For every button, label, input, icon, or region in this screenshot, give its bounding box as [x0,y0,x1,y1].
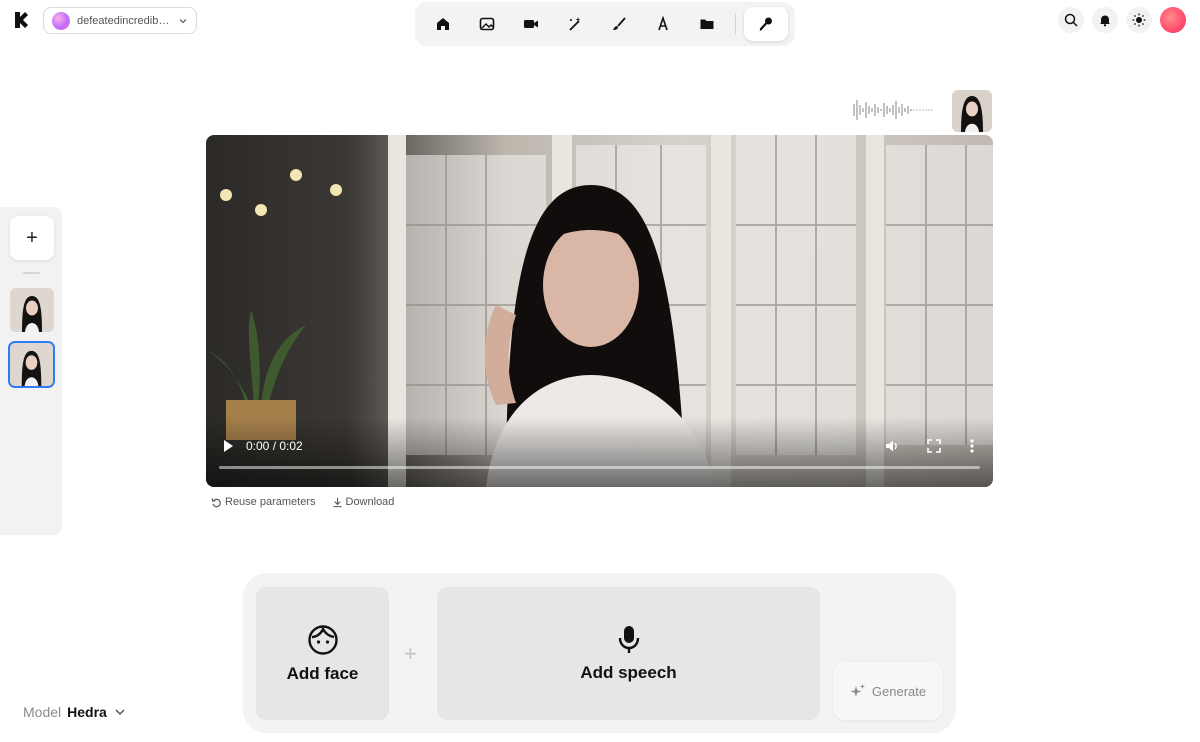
history-thumbnail-selected[interactable] [8,341,55,388]
download-link[interactable]: Download [332,496,395,508]
microphone-icon [759,17,772,31]
reuse-parameters-label: Reuse parameters [225,496,316,508]
model-label: Model [23,704,62,720]
add-face-label: Add face [286,663,359,683]
workspace-avatar [52,11,70,30]
sparkles-icon [850,684,865,697]
sun-icon [1132,13,1146,27]
microphone-icon [618,625,639,653]
add-speech-button[interactable]: Add speech [437,587,820,720]
tool-magic[interactable] [553,7,597,41]
image-icon [479,17,495,31]
tool-speech[interactable] [744,7,788,41]
model-value: Hedra [67,704,107,720]
video-player[interactable]: 0:00 / 0:02 [206,135,993,487]
tool-brush[interactable] [597,7,641,41]
download-icon [332,497,342,507]
magic-wand-icon [569,17,581,31]
audio-waveform-icon [853,100,933,120]
download-label: Download [345,496,395,508]
video-camera-icon [524,20,538,28]
header-actions [1058,7,1186,33]
fullscreen-icon[interactable] [926,438,942,454]
tool-home[interactable] [421,7,465,41]
brush-icon [613,17,626,30]
face-icon [307,624,338,655]
app-logo[interactable] [12,10,30,30]
folder-icon [700,19,714,29]
sidebar-divider [23,272,40,274]
video-actions: Reuse parameters Download [211,496,394,508]
search-button[interactable] [1058,7,1084,33]
workspace-selector[interactable]: defeatedincredib… [43,7,197,34]
notifications-button[interactable] [1092,7,1118,33]
main-toolbar [415,2,795,46]
reuse-parameters-link[interactable]: Reuse parameters [211,496,316,508]
tool-folder[interactable] [685,7,729,41]
model-selector[interactable]: Model Hedra [23,704,127,720]
add-face-button[interactable]: Add face [256,587,389,720]
video-progress-track[interactable] [219,466,980,469]
theme-toggle-button[interactable] [1126,7,1152,33]
chevron-down-icon [179,18,187,23]
chevron-down-icon [115,709,125,716]
generate-label: Generate [871,683,927,699]
rotate-ccw-icon [211,497,221,507]
video-controls [206,417,993,487]
search-icon [1064,13,1078,27]
plus-icon: + [404,641,417,666]
new-generation-button[interactable]: + [10,216,54,260]
more-options-icon[interactable] [969,438,975,454]
tool-video[interactable] [509,7,553,41]
workspace-name: defeatedincredib… [77,14,170,27]
tool-font[interactable] [641,7,685,41]
reference-face-thumbnail[interactable] [952,90,992,132]
home-icon [437,18,449,30]
tool-image[interactable] [465,7,509,41]
toolbar-divider [735,13,736,35]
history-thumbnail[interactable] [10,288,54,332]
font-icon [658,16,668,31]
generate-button[interactable]: Generate [833,662,943,720]
add-speech-label: Add speech [580,662,677,682]
play-icon[interactable] [222,439,234,453]
bell-icon [1100,15,1110,27]
video-time: 0:00 / 0:02 [246,439,303,453]
volume-icon[interactable] [884,438,900,454]
user-avatar[interactable] [1160,7,1186,33]
